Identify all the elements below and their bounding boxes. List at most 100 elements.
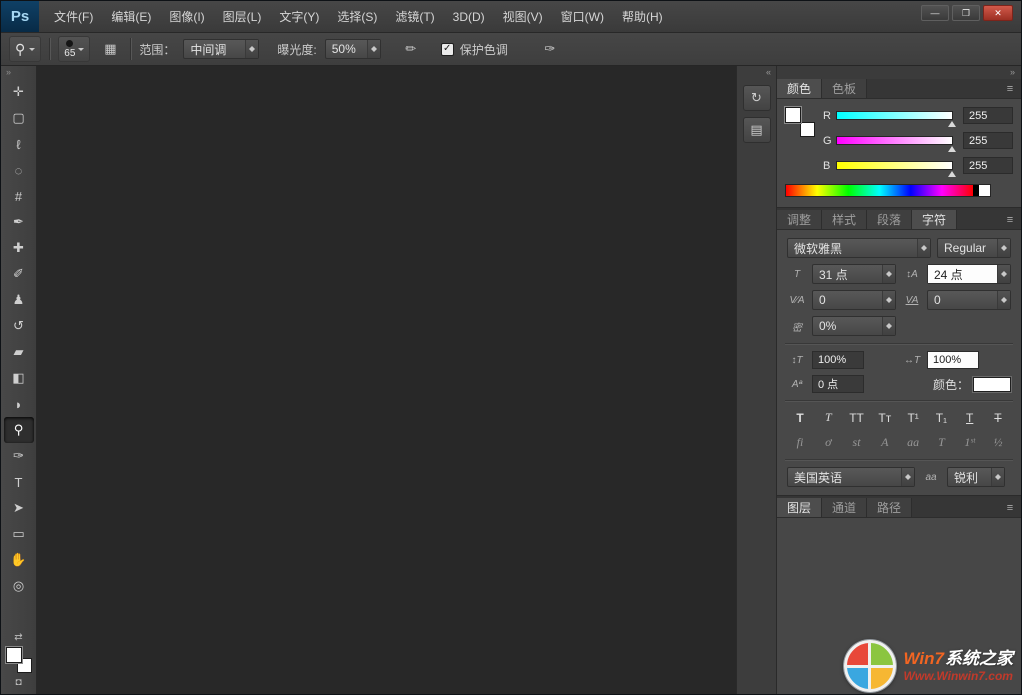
airbrush-button[interactable]: ✏ [399, 37, 423, 61]
slider-thumb[interactable] [948, 117, 956, 127]
rectangular-marquee-tool[interactable]: ▢ [4, 105, 34, 131]
titling-alternates-button[interactable]: T [930, 433, 952, 452]
menu-view[interactable]: 视图(V) [494, 1, 552, 32]
small-caps-button[interactable]: Tᴛ [874, 408, 896, 427]
move-tool[interactable]: ✛ [4, 79, 34, 105]
menu-image[interactable]: 图像(I) [160, 1, 213, 32]
tracking-combo[interactable]: 0 [927, 290, 1011, 310]
history-panel-button[interactable]: ↻ [743, 85, 771, 111]
eraser-tool[interactable]: ▰ [4, 339, 34, 365]
pressure-size-button[interactable]: ✑ [538, 37, 562, 61]
stylistic-alternates-button[interactable]: aa [902, 433, 924, 452]
tab-layers[interactable]: 图层 [777, 498, 822, 517]
background-color-swatch[interactable] [800, 122, 815, 137]
vertical-scale-field[interactable]: 100% [812, 351, 864, 369]
kerning-combo[interactable]: 0 [812, 290, 896, 310]
swash-button[interactable]: A [874, 433, 896, 452]
font-family-select[interactable]: 微软雅黑 [787, 238, 931, 258]
underline-button[interactable]: T [959, 408, 981, 427]
all-caps-button[interactable]: TT [846, 408, 868, 427]
superscript-button[interactable]: T¹ [902, 408, 924, 427]
subscript-button[interactable]: T₁ [930, 408, 952, 427]
menu-edit[interactable]: 编辑(E) [102, 1, 160, 32]
ordinals-button[interactable]: 1ˢᵗ [959, 433, 981, 452]
menu-window[interactable]: 窗口(W) [552, 1, 613, 32]
green-slider[interactable] [836, 136, 953, 145]
quick-selection-tool[interactable]: ◌ [4, 157, 34, 183]
slider-thumb[interactable] [948, 142, 956, 152]
panel-menu-icon[interactable]: ≡ [999, 210, 1021, 229]
brush-tool[interactable]: ✐ [4, 261, 34, 287]
spot-healing-brush-tool[interactable]: ✚ [4, 235, 34, 261]
menu-layer[interactable]: 图层(L) [214, 1, 271, 32]
protect-tones-checkbox[interactable]: ✓ [441, 43, 454, 56]
baseline-shift-field[interactable]: 0 点 [812, 375, 864, 393]
ligatures-button[interactable]: fi [789, 433, 811, 452]
faux-italic-button[interactable]: T [817, 408, 839, 427]
close-button[interactable]: ✕ [983, 5, 1013, 21]
spectrum-gradient[interactable] [786, 185, 973, 196]
tab-styles[interactable]: 样式 [822, 210, 867, 229]
color-spectrum-ramp[interactable] [785, 184, 991, 197]
type-tool[interactable]: T [4, 469, 34, 495]
quick-mask-icon[interactable]: ◘ [15, 677, 21, 688]
menu-help[interactable]: 帮助(H) [613, 1, 672, 32]
pen-tool[interactable]: ✑ [4, 443, 34, 469]
red-value-field[interactable]: 255 [963, 107, 1013, 124]
text-color-swatch[interactable] [973, 377, 1011, 392]
horizontal-scale-field[interactable]: 100% [927, 351, 979, 369]
menu-file[interactable]: 文件(F) [45, 1, 102, 32]
gradient-tool[interactable]: ◧ [4, 365, 34, 391]
anti-alias-select[interactable]: 锐利 [947, 467, 1005, 487]
menu-filter[interactable]: 滤镜(T) [386, 1, 443, 32]
menu-3d[interactable]: 3D(D) [444, 1, 494, 32]
titlebar[interactable]: Ps 文件(F) 编辑(E) 图像(I) 图层(L) 文字(Y) 选择(S) 滤… [1, 1, 1021, 33]
clone-stamp-tool[interactable]: ♟ [4, 287, 34, 313]
hand-tool[interactable]: ✋ [4, 547, 34, 573]
blue-slider[interactable] [836, 161, 953, 170]
tab-adjustments[interactable]: 调整 [777, 210, 822, 229]
shape-tool[interactable]: ▭ [4, 521, 34, 547]
strikethrough-button[interactable]: T [987, 408, 1009, 427]
history-brush-tool[interactable]: ↺ [4, 313, 34, 339]
maximize-button[interactable]: ❐ [952, 5, 980, 21]
collapse-dock-icon[interactable]: » [777, 66, 1021, 79]
panel-menu-icon[interactable]: ≡ [999, 79, 1021, 98]
zoom-tool[interactable]: ◎ [4, 573, 34, 599]
faux-bold-button[interactable]: T [789, 408, 811, 427]
menu-type[interactable]: 文字(Y) [270, 1, 328, 32]
expand-panels-icon[interactable]: « [737, 66, 776, 79]
red-slider[interactable] [836, 111, 953, 120]
contextual-alternates-button[interactable]: ơ [817, 433, 839, 452]
slider-thumb[interactable] [948, 167, 956, 177]
foreground-color-swatch[interactable] [6, 647, 22, 663]
toolbar-collapse-icon[interactable]: » [1, 66, 36, 79]
tab-character[interactable]: 字符 [912, 210, 957, 229]
menu-select[interactable]: 选择(S) [328, 1, 386, 32]
tab-swatches[interactable]: 色板 [822, 79, 867, 98]
tool-preset-picker[interactable]: ⚲ [9, 36, 41, 62]
toggle-brush-panel-button[interactable]: ▦ [98, 37, 122, 61]
fractions-button[interactable]: ½ [987, 433, 1009, 452]
switch-colors-icon[interactable]: ⇄ [14, 632, 22, 643]
eyedropper-tool[interactable]: ✒ [4, 209, 34, 235]
exposure-dropdown[interactable]: 50% [325, 39, 381, 59]
tab-color[interactable]: 颜色 [777, 79, 822, 98]
discretionary-ligatures-button[interactable]: st [846, 433, 868, 452]
blue-value-field[interactable]: 255 [963, 157, 1013, 174]
range-dropdown[interactable]: 中间调 [183, 39, 259, 59]
spectrum-white-chip[interactable] [979, 185, 990, 196]
path-selection-tool[interactable]: ➤ [4, 495, 34, 521]
green-value-field[interactable]: 255 [963, 132, 1013, 149]
panel-menu-icon[interactable]: ≡ [999, 498, 1021, 517]
lasso-tool[interactable]: ℓ [4, 131, 34, 157]
leading-combo[interactable]: 24 点 [927, 264, 1011, 284]
tab-channels[interactable]: 通道 [822, 498, 867, 517]
font-size-combo[interactable]: 31 点 [812, 264, 896, 284]
dodge-tool[interactable]: ⚲ [4, 417, 34, 443]
crop-tool[interactable]: # [4, 183, 34, 209]
tab-paragraph[interactable]: 段落 [867, 210, 912, 229]
font-style-select[interactable]: Regular [937, 238, 1011, 258]
properties-panel-button[interactable]: ▤ [743, 117, 771, 143]
language-select[interactable]: 美国英语 [787, 467, 915, 487]
